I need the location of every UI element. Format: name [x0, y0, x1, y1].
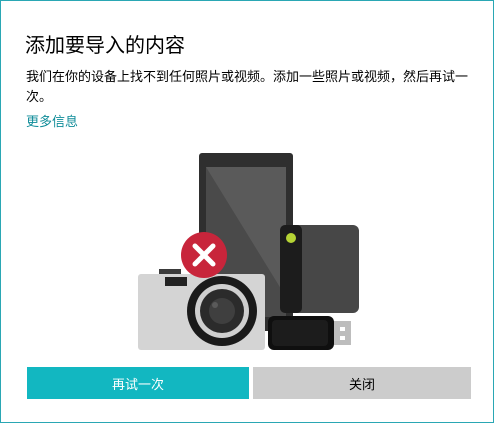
close-button[interactable]: 关闭 [253, 367, 471, 399]
more-info-link[interactable]: 更多信息 [26, 111, 78, 130]
devices-illustration [138, 153, 359, 350]
hard-drive-icon [280, 225, 359, 313]
dialog-title: 添加要导入的内容 [25, 33, 185, 57]
error-x-icon [181, 232, 227, 278]
dialog-message: 我们在你的设备上找不到任何照片或视频。添加一些照片或视频，然后再试一次。 [26, 70, 469, 105]
usb-drive-icon [268, 316, 351, 350]
camera-icon [138, 269, 265, 350]
import-dialog: 添加要导入的内容 我们在你的设备上找不到任何照片或视频。添加一些照片或视频，然后… [0, 0, 494, 423]
retry-button[interactable]: 再试一次 [27, 367, 249, 399]
